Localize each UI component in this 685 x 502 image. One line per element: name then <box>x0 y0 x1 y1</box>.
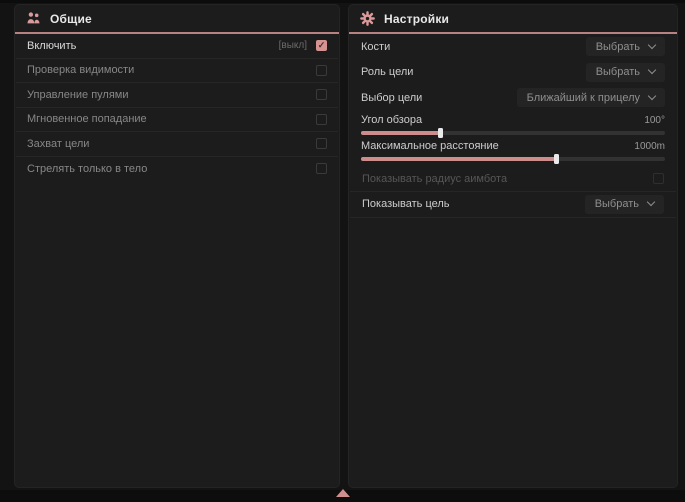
slider-fill <box>361 131 440 135</box>
people-icon <box>26 11 41 26</box>
setting-label: Выбор цели <box>361 92 422 104</box>
toggle-label: Включить <box>27 40 76 52</box>
slider-fill <box>361 157 556 161</box>
show-aimbot-radius-checkbox[interactable] <box>653 173 664 184</box>
bones-dropdown[interactable]: Выбрать <box>586 37 665 56</box>
chevron-down-icon <box>647 198 655 206</box>
general-panel: Общие Включить [выкл] ✓ Проверка видимос… <box>14 4 340 488</box>
target-role-dropdown[interactable]: Выбрать <box>586 63 665 82</box>
setting-row-fov: Угол обзора 100° <box>349 111 677 137</box>
body-only-checkbox[interactable] <box>316 163 327 174</box>
toggle-label: Захват цели <box>27 138 89 150</box>
setting-row-show-aimbot-radius: Показывать радиус аимбота <box>350 167 676 193</box>
toggle-row-target-lock[interactable]: Захват цели <box>16 132 338 157</box>
visibility-check-checkbox[interactable] <box>316 65 327 76</box>
gear-icon <box>360 11 375 26</box>
instant-hit-checkbox[interactable] <box>316 114 327 125</box>
settings-panel-title: Настройки <box>384 12 449 26</box>
hotkey-state-hint: [выкл] <box>279 40 307 51</box>
toggle-label: Мгновенное попадание <box>27 113 147 125</box>
setting-row-target-selection: Выбор цели Ближайший к прицелу <box>349 85 677 111</box>
slider-value: 100° <box>644 115 665 126</box>
toggle-row-bullet-control[interactable]: Управление пулями <box>16 83 338 108</box>
settings-panel: Настройки Кости Выбрать Роль цели Выбрат… <box>348 4 678 488</box>
setting-row-bones: Кости Выбрать <box>349 34 677 60</box>
fov-slider[interactable] <box>361 131 665 135</box>
slider-value: 1000m <box>634 141 665 152</box>
slider-handle[interactable] <box>438 128 443 138</box>
toggle-row-body-only[interactable]: Стрелять только в тело <box>16 157 338 182</box>
dropdown-value: Выбрать <box>595 198 639 210</box>
enable-checkbox[interactable]: ✓ <box>316 40 327 51</box>
toggle-row-visibility-check[interactable]: Проверка видимости <box>16 59 338 84</box>
toggle-row-instant-hit[interactable]: Мгновенное попадание <box>16 108 338 133</box>
target-lock-checkbox[interactable] <box>316 138 327 149</box>
toggle-label: Проверка видимости <box>27 64 134 76</box>
settings-panel-header: Настройки <box>349 5 677 34</box>
scroll-up-arrow-icon[interactable] <box>336 489 350 497</box>
chevron-down-icon <box>648 41 656 49</box>
check-icon: ✓ <box>318 41 326 50</box>
setting-row-max-distance: Максимальное расстояние 1000m <box>349 137 677 163</box>
setting-label: Максимальное расстояние <box>361 140 499 152</box>
dropdown-value: Выбрать <box>596 41 640 53</box>
general-panel-header: Общие <box>15 5 339 34</box>
max-distance-slider[interactable] <box>361 157 665 161</box>
slider-handle[interactable] <box>554 154 559 164</box>
toggle-row-enable[interactable]: Включить [выкл] ✓ <box>16 34 338 59</box>
dropdown-value: Выбрать <box>596 66 640 78</box>
target-selection-dropdown[interactable]: Ближайший к прицелу <box>517 88 665 107</box>
chevron-down-icon <box>648 92 656 100</box>
top-strip <box>0 0 685 3</box>
setting-label: Роль цели <box>361 66 413 78</box>
setting-row-target-role: Роль цели Выбрать <box>349 60 677 86</box>
toggle-label: Управление пулями <box>27 89 129 101</box>
chevron-down-icon <box>648 66 656 74</box>
general-panel-title: Общие <box>50 12 92 26</box>
bullet-control-checkbox[interactable] <box>316 89 327 100</box>
setting-label: Показывать цель <box>362 198 450 210</box>
show-target-dropdown[interactable]: Выбрать <box>585 195 664 214</box>
setting-label: Кости <box>361 41 390 53</box>
toggle-label: Стрелять только в тело <box>27 163 147 175</box>
dropdown-value: Ближайший к прицелу <box>527 92 640 104</box>
setting-row-show-target: Показывать цель Выбрать <box>350 192 676 218</box>
setting-label: Показывать радиус аимбота <box>362 173 507 185</box>
setting-label: Угол обзора <box>361 114 422 126</box>
